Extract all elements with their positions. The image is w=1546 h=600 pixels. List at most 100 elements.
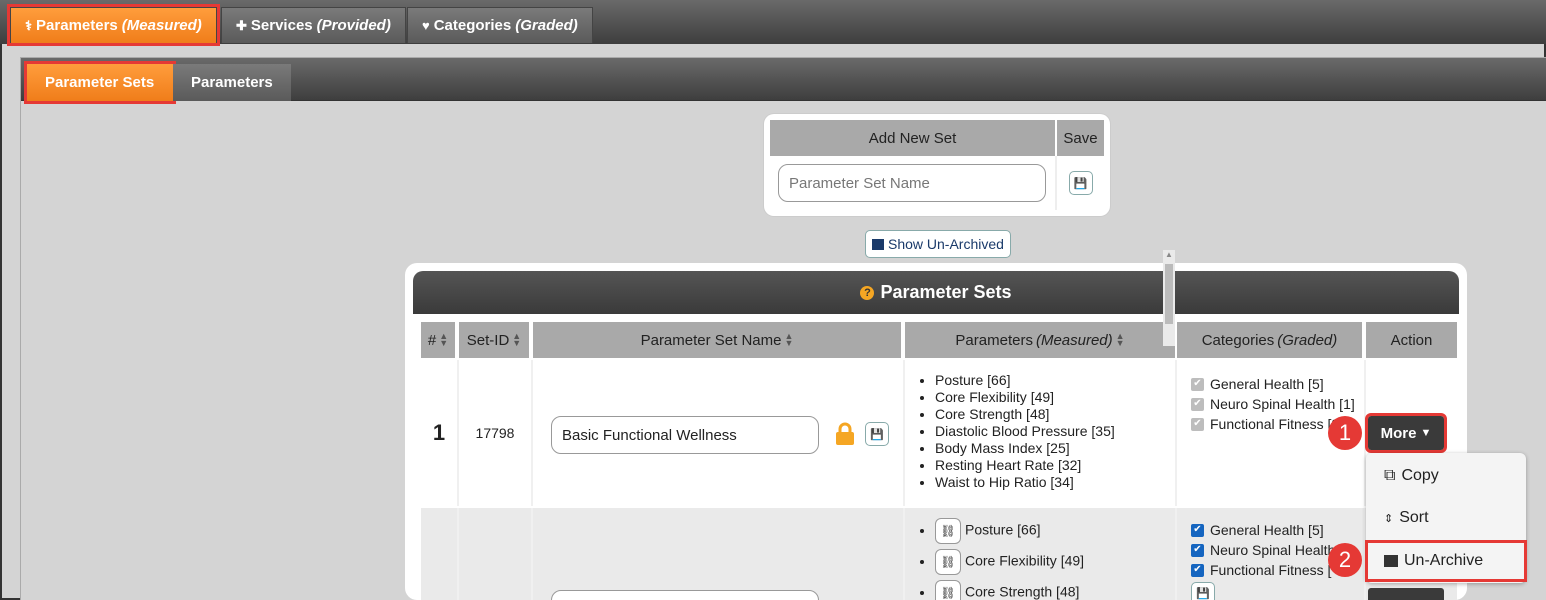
list-item: Waist to Hip Ratio [34]: [935, 474, 1175, 491]
tab-qualifier: (Measured): [121, 17, 202, 34]
menu-item-copy[interactable]: ⧉ Copy: [1384, 461, 1439, 491]
parameters-cell: ⛓Posture [66] ⛓Core Flexibility [49] ⛓Co…: [905, 508, 1177, 600]
column-header-num[interactable]: # ▲ ▼: [421, 322, 457, 358]
set-id: 17798: [459, 360, 533, 506]
category-label: Neuro Spinal Health [1]: [1210, 396, 1355, 412]
floppy-icon: 💾: [1196, 588, 1210, 600]
parameters-cell: Posture [66] Core Flexibility [49] Core …: [905, 360, 1177, 506]
sub-tab-bar: Parameter Sets Parameters: [21, 58, 1546, 104]
column-label: Parameters: [955, 331, 1033, 349]
panel-header: ? Parameter Sets: [413, 271, 1459, 314]
column-label: Set-ID: [466, 331, 510, 349]
column-label: Action: [1390, 331, 1433, 349]
list-item: ⛓Core Strength [48]: [935, 580, 1175, 600]
list-item: Core Flexibility [49]: [935, 389, 1175, 406]
top-tab-bar: ⚕ Parameters (Measured) ✚ Services (Prov…: [0, 0, 1546, 46]
column-header-set-id[interactable]: Set-ID ▲ ▼: [459, 322, 531, 358]
sort-icon: ▲ ▼: [784, 331, 794, 348]
column-label: Parameter Set Name: [640, 331, 782, 349]
column-header-categories: Categories (Graded): [1177, 322, 1364, 358]
menu-item-label: Sort: [1399, 509, 1429, 526]
show-unarchived-label: Show Un-Archived: [888, 236, 1004, 252]
unlink-icon[interactable]: ⛓: [935, 518, 961, 544]
list-item: Body Mass Index [25]: [935, 440, 1175, 457]
help-icon[interactable]: ?: [860, 285, 875, 300]
step-badge-1: 1: [1328, 416, 1362, 450]
parameter-sets-panel: ? Parameter Sets # ▲ ▼ Set-ID ▲ ▼ Paramete…: [405, 250, 1467, 600]
menu-item-label: Copy: [1401, 467, 1439, 484]
category-label: Functional Fitness [2: [1210, 416, 1340, 432]
row-number: [421, 508, 459, 600]
category-label: Functional Fitness [: [1210, 562, 1332, 578]
scrollbar[interactable]: ▲: [1163, 250, 1175, 346]
archive-icon: [1384, 555, 1398, 567]
list-item: Posture [66]: [935, 372, 1175, 389]
menu-item-un-archive[interactable]: Un-Archive: [1365, 540, 1527, 582]
list-item: Resting Heart Rate [32]: [935, 457, 1175, 474]
more-button-row2[interactable]: [1368, 588, 1444, 600]
row-save-button[interactable]: 💾: [1191, 582, 1215, 600]
tab-qualifier: (Provided): [316, 17, 391, 34]
list-item: ⛓Core Flexibility [49]: [935, 549, 1175, 580]
set-name-input[interactable]: [551, 590, 819, 600]
floppy-icon: 💾: [1073, 177, 1088, 190]
parameters-list: ⛓Posture [66] ⛓Core Flexibility [49] ⛓Co…: [905, 508, 1175, 600]
parameter-label: Posture [66]: [965, 521, 1041, 538]
column-header-set-name[interactable]: Parameter Set Name ▲ ▼: [533, 322, 903, 358]
category-label: General Health [5]: [1210, 522, 1324, 538]
tab-services[interactable]: ✚ Services (Provided): [221, 7, 406, 43]
parameter-label: Core Flexibility [49]: [965, 552, 1085, 569]
list-item: ⛓Posture [66]: [935, 518, 1175, 549]
checkbox-checked[interactable]: ✔: [1191, 543, 1204, 557]
sort-icon: ▲ ▼: [1115, 331, 1125, 348]
panel-title: Parameter Sets: [880, 282, 1012, 302]
medkit-icon: ✚: [236, 17, 247, 33]
show-unarchived-button[interactable]: Show Un-Archived: [865, 230, 1011, 258]
category-label: Neuro Spinal Health: [1210, 542, 1336, 558]
checkbox-disabled: ✔: [1191, 377, 1204, 391]
column-label: #: [427, 331, 437, 349]
checkbox-checked[interactable]: ✔: [1191, 523, 1204, 537]
category-label: General Health [5]: [1210, 376, 1324, 392]
row-number: 1: [421, 360, 459, 506]
column-header-parameters[interactable]: Parameters (Measured) ▲ ▼: [905, 322, 1177, 358]
save-header: Save: [1055, 120, 1104, 156]
parameter-set-name-input[interactable]: [778, 164, 1046, 202]
lock-icon: [836, 422, 854, 445]
tab-qualifier: (Graded): [515, 17, 578, 34]
unlink-icon[interactable]: ⛓: [935, 549, 961, 575]
subtab-parameters[interactable]: Parameters: [173, 64, 291, 101]
more-button[interactable]: More ▼: [1365, 413, 1447, 453]
parameters-list: Posture [66] Core Flexibility [49] Core …: [905, 360, 1175, 491]
row-save-button[interactable]: 💾: [865, 422, 889, 446]
checkbox-disabled: ✔: [1191, 397, 1204, 411]
unlink-icon[interactable]: ⛓: [935, 580, 961, 600]
subtab-label: Parameter Sets: [45, 74, 155, 91]
copy-icon: ⧉: [1384, 467, 1396, 484]
sort-icon: ⇕: [1384, 512, 1394, 525]
tab-label: Services: [250, 17, 313, 34]
category-item[interactable]: ✔ General Health [5]: [1191, 520, 1364, 540]
menu-item-sort[interactable]: ⇕ Sort: [1384, 503, 1429, 533]
scroll-thumb[interactable]: [1165, 264, 1173, 324]
tab-categories[interactable]: ♥ Categories (Graded): [407, 7, 593, 43]
stethoscope-icon: ⚕: [25, 17, 33, 33]
set-name-cell: [533, 508, 905, 600]
tab-label: Categories: [433, 17, 512, 34]
column-label: Categories: [1201, 331, 1275, 349]
column-qualifier: (Graded): [1277, 331, 1338, 349]
set-name-input[interactable]: Basic Functional Wellness: [551, 416, 819, 454]
save-button[interactable]: 💾: [1068, 171, 1093, 195]
tab-parameters[interactable]: ⚕ Parameters (Measured): [7, 4, 220, 46]
set-name-value: Basic Functional Wellness: [562, 426, 737, 444]
subtab-parameter-sets[interactable]: Parameter Sets: [24, 61, 176, 104]
list-item: Core Strength [48]: [935, 406, 1175, 423]
checkbox-checked[interactable]: ✔: [1191, 563, 1204, 577]
category-item: ✔ General Health [5]: [1191, 374, 1364, 394]
checkbox-disabled: ✔: [1191, 417, 1204, 431]
chevron-down-icon: ▼: [1420, 427, 1432, 439]
floppy-icon: 💾: [870, 428, 884, 441]
heartbeat-icon: ♥: [422, 18, 430, 33]
more-label: More: [1380, 424, 1417, 442]
sort-icon: ▲ ▼: [512, 331, 522, 348]
